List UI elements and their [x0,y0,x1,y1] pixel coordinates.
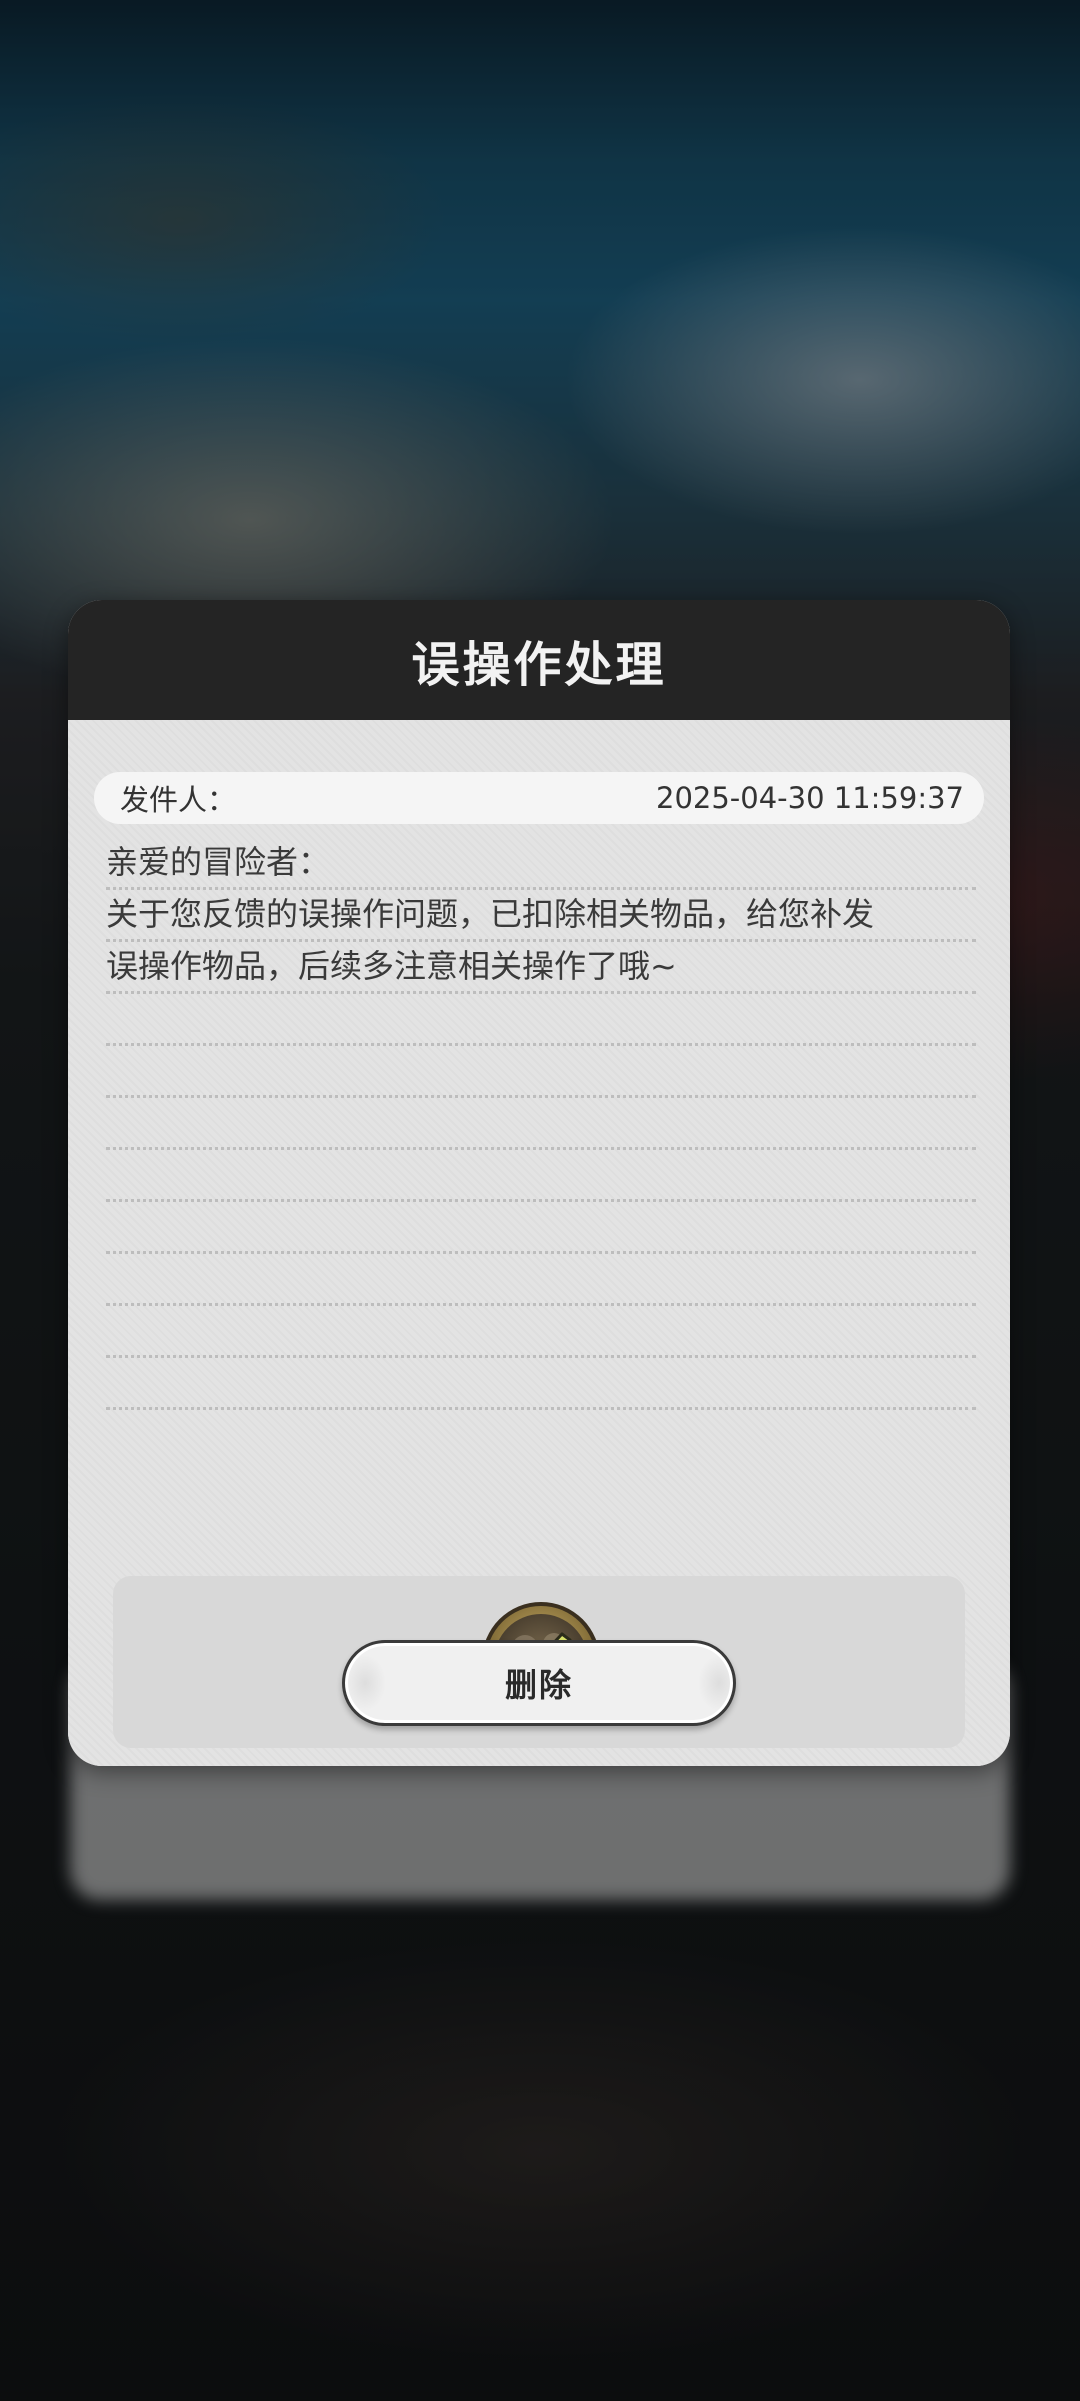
letter-content: 亲爱的冒险者： 关于您反馈的误操作问题，已扣除相关物品，给您补发 误操作物品，后… [106,838,976,1410]
letter-line [106,994,976,1046]
delete-button[interactable]: 删除 [342,1640,736,1726]
letter-line [106,1046,976,1098]
letter-line [106,1150,976,1202]
letter-line: 亲爱的冒险者： [106,838,976,890]
sender-label: 发件人： [120,783,237,817]
letter-line [106,1098,976,1150]
dialog-header: 误操作处理 [68,600,1010,720]
mail-dialog: 误操作处理 发件人： 2025-04-30 11:59:37 亲爱的冒险者： 关… [68,600,1010,1766]
letter-line: 误操作物品，后续多注意相关操作了哦~ [106,942,976,994]
letter-line [106,1202,976,1254]
letter-line: 关于您反馈的误操作问题，已扣除相关物品，给您补发 [106,890,976,942]
sender-bar: 发件人： 2025-04-30 11:59:37 [94,772,984,824]
dialog-body: 发件人： 2025-04-30 11:59:37 亲爱的冒险者： 关于您反馈的误… [68,720,1010,1766]
mail-timestamp: 2025-04-30 11:59:37 [656,781,964,815]
letter-line [106,1358,976,1410]
letter-line [106,1306,976,1358]
dialog-title: 误操作处理 [411,637,667,693]
letter-line [106,1254,976,1306]
